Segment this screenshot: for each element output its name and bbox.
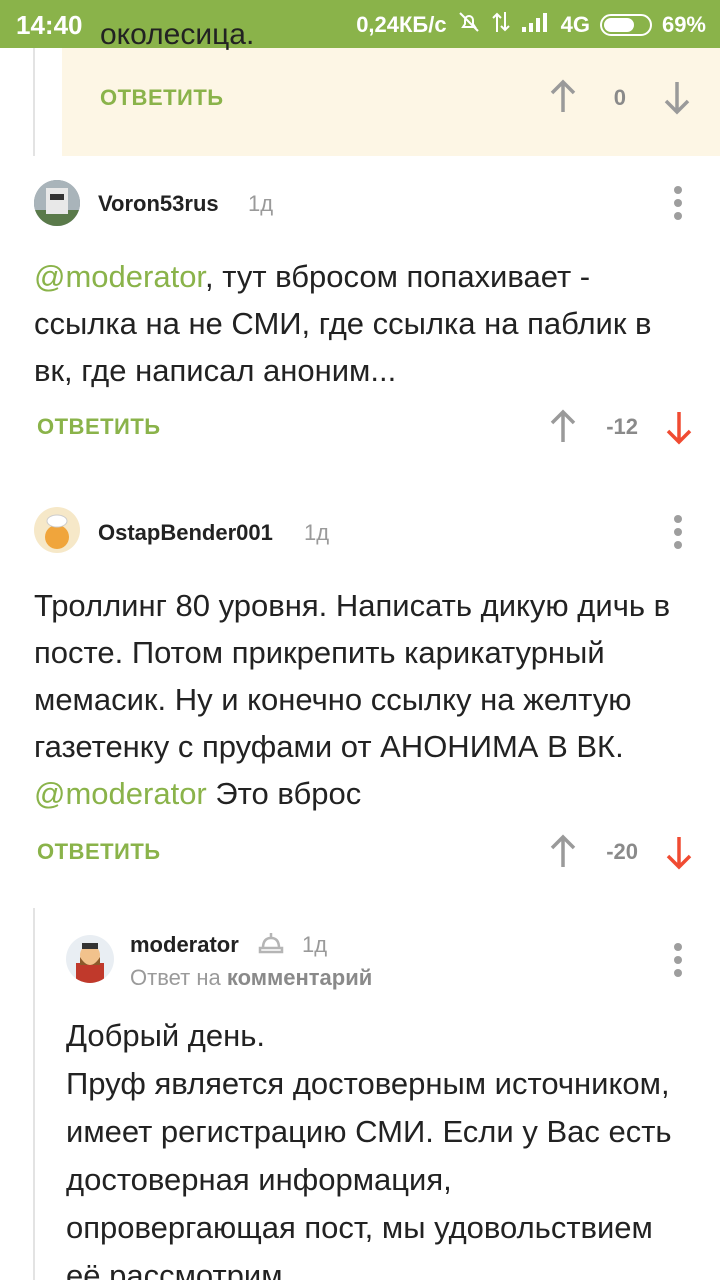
upvote-arrow-icon[interactable] — [548, 831, 578, 871]
status-icons: 0,24КБ/с 4G 69% — [356, 10, 706, 40]
mute-bell-icon — [457, 10, 481, 40]
upvote-arrow-icon[interactable] — [548, 406, 578, 446]
signal-icon — [521, 11, 551, 39]
highlighted-comment: околесица. ОТВЕТИТЬ 0 — [62, 18, 720, 156]
reply-target-link[interactable]: комментарий — [227, 965, 372, 990]
downvote-arrow-icon[interactable] — [664, 833, 694, 873]
comment-text: @moderator, тут вбросом попахивает - ссы… — [34, 259, 652, 388]
more-options-icon[interactable] — [673, 515, 683, 549]
vote-score: 0 — [613, 85, 626, 110]
comment-author[interactable]: OstapBender001 — [98, 520, 273, 546]
comment-text: околесица. — [100, 18, 255, 51]
avatar[interactable] — [34, 507, 80, 553]
reply-button[interactable]: ОТВЕТИТЬ — [100, 85, 224, 111]
reply-button[interactable]: ОТВЕТИТЬ — [37, 414, 161, 440]
network-speed: 0,24КБ/с — [356, 12, 447, 37]
avatar[interactable] — [34, 180, 80, 226]
battery-icon — [599, 14, 652, 36]
comment-time: 1д — [248, 191, 274, 216]
comment-text: Добрый день. Пруф является достоверным и… — [66, 1018, 672, 1280]
comment-author[interactable]: moderator — [130, 932, 239, 958]
more-options-icon[interactable] — [673, 186, 683, 220]
thread-line — [33, 908, 35, 1280]
data-transfer-icon — [491, 10, 511, 40]
status-time: 14:40 — [16, 10, 83, 40]
vote-score: -12 — [606, 414, 638, 439]
comment-author[interactable]: Voron53rus — [98, 191, 219, 217]
reply-button[interactable]: ОТВЕТИТЬ — [37, 839, 161, 865]
moderator-badge-icon — [258, 933, 284, 954]
comment-time: 1д — [302, 932, 328, 957]
comment-time: 1д — [304, 520, 330, 545]
avatar[interactable] — [66, 935, 114, 983]
thread-line — [33, 48, 35, 156]
battery-percent: 69% — [661, 12, 706, 37]
comment-text: Троллинг 80 уровня. Написать дикую дичь … — [34, 588, 671, 811]
vote-score: -20 — [606, 839, 638, 864]
reply-to-line: Ответ на комментарий — [130, 965, 373, 990]
network-type: 4G — [560, 12, 590, 37]
user-mention[interactable]: @moderator — [34, 776, 207, 811]
downvote-arrow-icon[interactable] — [662, 78, 692, 118]
downvote-arrow-icon[interactable] — [664, 408, 694, 448]
more-options-icon[interactable] — [673, 943, 683, 977]
user-mention[interactable]: @moderator — [34, 259, 205, 294]
